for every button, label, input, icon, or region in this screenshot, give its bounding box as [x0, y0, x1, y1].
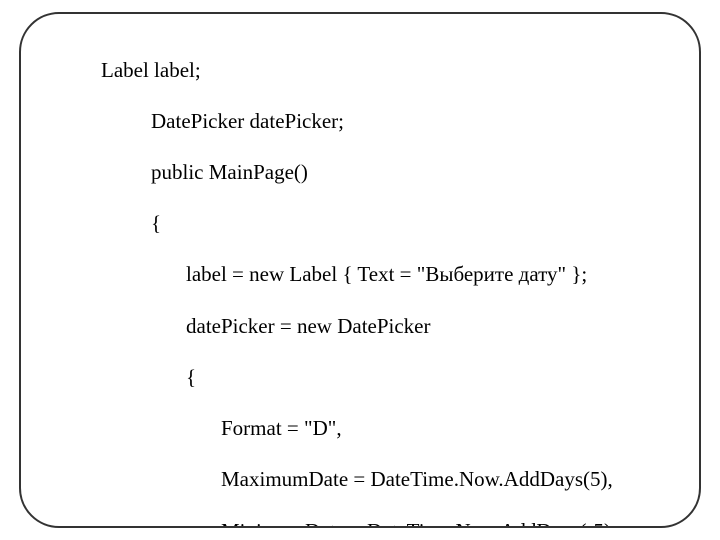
code-block: Label label; DatePicker datePicker; publ…: [31, 32, 689, 528]
code-line: public MainPage(): [31, 160, 689, 186]
code-frame: Label label; DatePicker datePicker; publ…: [19, 12, 701, 528]
code-line: Label label;: [31, 58, 689, 84]
code-line: MinimumDate = DateTime.Now.AddDays(-5): [31, 519, 689, 528]
code-line: MaximumDate = DateTime.Now.AddDays(5),: [31, 467, 689, 493]
code-line: {: [31, 211, 689, 237]
code-line: DatePicker datePicker;: [31, 109, 689, 135]
code-line: {: [31, 365, 689, 391]
code-line: datePicker = new DatePicker: [31, 314, 689, 340]
code-line: Format = "D",: [31, 416, 689, 442]
code-line: label = new Label { Text = "Выберите дат…: [31, 262, 689, 288]
